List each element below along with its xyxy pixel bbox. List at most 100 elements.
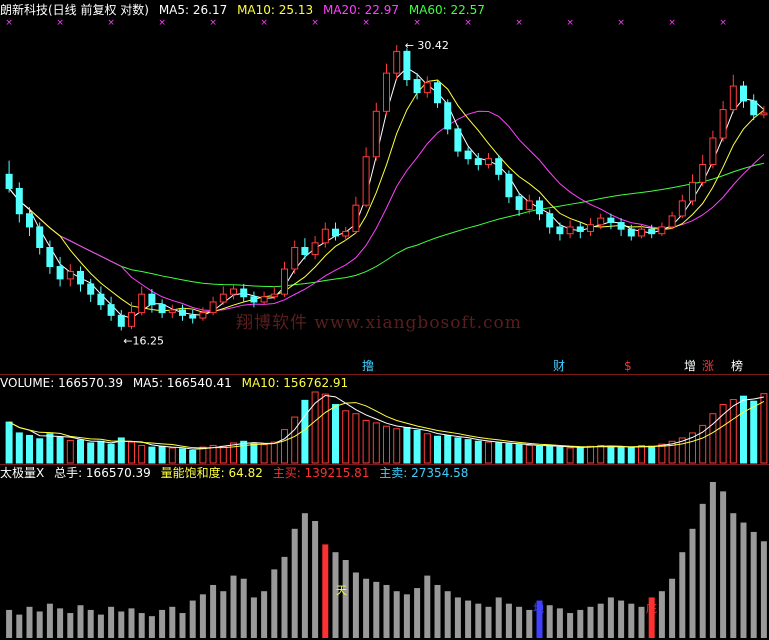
candle-body xyxy=(46,246,54,268)
indicator-bar xyxy=(46,603,53,638)
event-marker: $ xyxy=(624,359,632,373)
volume-bar xyxy=(597,444,605,464)
candle-body xyxy=(525,200,533,210)
volume-bar xyxy=(638,444,645,464)
volume-bar xyxy=(189,449,197,464)
candle-body xyxy=(729,85,737,111)
event-marker: 财 xyxy=(553,359,565,373)
candle-body xyxy=(270,293,278,298)
indicator-bar xyxy=(546,605,553,638)
indicator-bar xyxy=(291,528,298,638)
event-marker: 涨 xyxy=(702,358,714,373)
candle-body xyxy=(403,50,411,81)
indicator-bar xyxy=(6,609,13,638)
volume-bar xyxy=(148,446,156,464)
volume-bar xyxy=(556,446,564,464)
volume-bar xyxy=(423,433,431,464)
ma10-label: MA10: 25.13 xyxy=(237,3,314,17)
volume-bar xyxy=(66,439,74,464)
indicator-bar xyxy=(658,591,665,638)
candle-body xyxy=(128,312,135,327)
indicator-bar xyxy=(77,605,84,638)
indicator-bar xyxy=(526,609,533,638)
candle-body xyxy=(342,230,350,237)
indicator-bar xyxy=(679,552,686,638)
candle-body xyxy=(505,173,513,198)
volume-bar xyxy=(36,438,44,464)
candle-body xyxy=(148,293,156,306)
candle-body xyxy=(474,158,482,165)
indicator-bar xyxy=(322,544,329,638)
price-panel-header: 朗新科技(日线 前复权 对数) MA5: 26.17 MA10: 25.13 M… xyxy=(0,2,491,18)
volume-bar xyxy=(515,444,523,464)
candle-body xyxy=(26,213,33,228)
indicator-bar xyxy=(760,541,767,638)
candle-body xyxy=(393,50,401,74)
volume-bar xyxy=(15,432,23,464)
candle-body xyxy=(617,222,625,230)
volume-bar xyxy=(566,447,574,464)
indicator-bar xyxy=(485,606,492,638)
volume-bar xyxy=(434,435,441,464)
indicator-bar xyxy=(434,584,441,638)
indicator-bar xyxy=(475,603,482,638)
candle-body xyxy=(678,200,686,217)
volume-bar xyxy=(485,441,492,464)
candle-body xyxy=(464,150,472,160)
candle-body xyxy=(219,293,227,303)
volume-bar xyxy=(444,434,452,464)
candle-body xyxy=(199,312,207,319)
volume-bar xyxy=(546,444,554,464)
candle-body xyxy=(423,82,431,94)
volume-bar xyxy=(179,448,186,464)
candle-body xyxy=(495,158,503,175)
volume-bar xyxy=(383,425,390,464)
indicator-bar xyxy=(342,560,349,638)
candle-body xyxy=(413,79,421,94)
volume-bar xyxy=(760,393,768,464)
volume-bar xyxy=(607,445,615,464)
indicator-bar xyxy=(393,591,400,638)
candle-body xyxy=(66,270,74,280)
candle-body xyxy=(648,228,656,235)
candle-body xyxy=(454,128,462,152)
indicator-bar xyxy=(352,572,359,638)
volume-bar xyxy=(454,437,462,464)
candle-body xyxy=(230,288,237,295)
candle-body xyxy=(352,204,360,232)
watermark: 翔博软件 www.xiangbosoft.com xyxy=(236,313,522,333)
candle-body xyxy=(301,246,309,256)
indicator-bar xyxy=(240,578,247,638)
volume-bar xyxy=(617,446,625,464)
indicator-bar xyxy=(312,521,319,638)
indicator-bar xyxy=(128,608,135,638)
indicator-bar xyxy=(36,611,43,638)
candle-body xyxy=(383,72,390,112)
volume-bar xyxy=(56,436,64,464)
candle-body xyxy=(138,293,146,314)
volume-bar xyxy=(352,413,360,464)
candle-body xyxy=(260,296,268,303)
ma60-label: MA60: 22.57 xyxy=(408,3,485,17)
indicator-bar xyxy=(67,613,74,638)
volume-ma10-label: MA10: 156762.91 xyxy=(241,376,349,390)
ma20-label: MA20: 22.97 xyxy=(322,3,399,17)
candle-body xyxy=(566,226,574,235)
indicator-bar xyxy=(628,603,635,638)
low-price-label: ←16.25 xyxy=(123,334,164,347)
indicator-bar xyxy=(618,600,625,638)
candle-body xyxy=(556,226,564,235)
candle-body xyxy=(689,181,696,202)
candle-body xyxy=(576,226,584,232)
volume-bar xyxy=(495,442,503,464)
volume-bar xyxy=(658,443,666,464)
indicator-marker: 天 xyxy=(336,584,347,597)
candle-body xyxy=(77,270,84,285)
candle-body xyxy=(209,301,217,314)
indicator-bar xyxy=(505,603,512,638)
stock-title: 朗新科技(日线 前复权 对数) xyxy=(0,3,149,17)
indicator-panel-header: 太极量X 总手: 166570.39 量能饱和度: 64.82 主买: 1392… xyxy=(0,465,474,481)
volume-bar xyxy=(413,429,421,464)
indicator-bar xyxy=(730,513,737,638)
volume-bar xyxy=(219,445,227,464)
